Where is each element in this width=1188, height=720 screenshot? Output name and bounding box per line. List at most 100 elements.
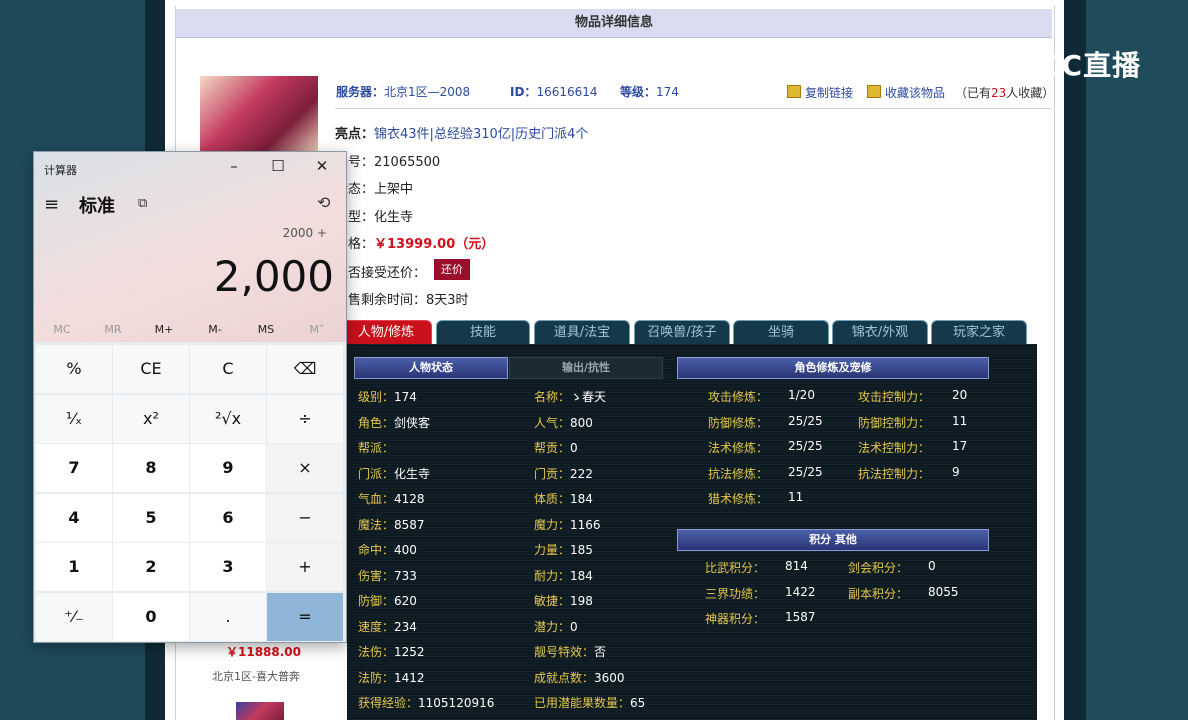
- status-stat-value: 4128: [394, 492, 425, 506]
- collect-button[interactable]: 收藏该物品: [867, 84, 945, 101]
- attribute-stat-row: 魔力：1166: [534, 516, 601, 533]
- digit-5-key[interactable]: 5: [113, 493, 189, 542]
- display-value: 2,000: [213, 252, 334, 301]
- digit-1-key[interactable]: 1: [36, 543, 112, 591]
- tab-mounts[interactable]: 坐骑: [733, 320, 829, 345]
- sqrt-key[interactable]: ²√x: [190, 394, 266, 443]
- tab-home[interactable]: 玩家之家: [931, 320, 1027, 345]
- collect-count-suffix: 人收藏）: [1006, 86, 1055, 100]
- bargain-button[interactable]: 还价: [434, 259, 470, 280]
- points-stat-row: 神器积分： 1587: [705, 610, 816, 627]
- copy-link-label: 复制链接: [805, 86, 854, 100]
- serial-value: 21065500: [374, 155, 441, 170]
- remain-row: 出售剩余时间：8天3时: [335, 289, 469, 308]
- status-stat-row: 角色：剑侠客: [358, 414, 430, 431]
- digit-0-key[interactable]: 0: [113, 592, 189, 641]
- close-button[interactable]: ✕: [307, 157, 337, 175]
- tab-skills[interactable]: 技能: [436, 320, 530, 345]
- cultivation-stat-value: 25/25: [788, 439, 823, 453]
- digit-4-key[interactable]: 4: [36, 493, 112, 542]
- memory-button[interactable]: M+: [138, 323, 190, 336]
- status-stat-label: 法伤：: [358, 645, 395, 659]
- attribute-stat-row: 敏捷：198: [534, 592, 593, 609]
- add-key[interactable]: +: [267, 543, 343, 591]
- status-stat-row: 速度：234: [358, 618, 417, 635]
- status-stat-value: 1105120916: [418, 696, 495, 710]
- control-stat-value: 17: [952, 439, 968, 453]
- attribute-stat-row: 靓号特效：否: [534, 643, 606, 660]
- digit-3-key[interactable]: 3: [190, 543, 266, 591]
- expression: 2000 +: [282, 226, 327, 240]
- decimal-key[interactable]: .: [190, 592, 266, 641]
- copy-link-button[interactable]: 复制链接: [787, 84, 853, 101]
- cultivation-stat-row: 猎术修炼： 11: [708, 490, 803, 507]
- mode-title: 标准: [79, 196, 115, 217]
- points-stat-label: 比武积分：: [705, 561, 766, 575]
- negate-key[interactable]: ⁺⁄₋: [36, 592, 112, 641]
- percent-key[interactable]: %: [36, 345, 112, 393]
- equals-key[interactable]: =: [267, 592, 343, 641]
- attribute-stat-row: 人气：800: [534, 414, 593, 431]
- digit-8-key[interactable]: 8: [113, 444, 189, 492]
- status-stat-value: 8587: [394, 517, 425, 532]
- subtract-key[interactable]: −: [267, 493, 343, 542]
- cultivation-stat-value: 25/25: [788, 464, 823, 479]
- digit-7-key[interactable]: 7: [36, 444, 112, 492]
- attribute-stat-row: 名称：ゝ春天: [534, 388, 606, 405]
- section-status[interactable]: 人物状态: [354, 357, 508, 379]
- status-value: 上架中: [374, 182, 414, 197]
- attribute-stat-row: 已用潜能果数量：65: [534, 694, 645, 711]
- square-key[interactable]: x²: [113, 394, 189, 443]
- attribute-stat-row: 潜力：0: [534, 618, 578, 635]
- multiply-key[interactable]: ×: [267, 444, 343, 492]
- menu-icon[interactable]: ≡: [44, 194, 59, 215]
- attribute-stat-row: 帮贡：0: [534, 439, 578, 456]
- calculator-header: [34, 152, 346, 342]
- cultivation-stat-value: 1/20: [788, 388, 815, 402]
- memory-button[interactable]: MC: [36, 323, 88, 336]
- reciprocal-key[interactable]: ¹⁄ₓ: [36, 394, 112, 443]
- clear-key[interactable]: C: [190, 345, 266, 393]
- digit-9-key[interactable]: 9: [190, 444, 266, 492]
- clear-entry-key[interactable]: CE: [113, 345, 189, 393]
- price-value: ￥13999.00（元）: [374, 237, 495, 252]
- attribute-stat-label: 名称：: [534, 390, 571, 404]
- attribute-stat-label: 力量：: [534, 543, 571, 557]
- id-value: 16616614: [536, 85, 598, 99]
- memory-button[interactable]: M˅: [291, 323, 343, 336]
- status-stat-value: 1252: [394, 645, 425, 659]
- memory-button[interactable]: MS: [240, 323, 292, 336]
- tab-character[interactable]: 人物/修炼: [340, 320, 432, 345]
- points-stat-value: 0: [928, 559, 936, 573]
- tab-outfits[interactable]: 锦衣/外观: [832, 320, 928, 345]
- status-stat-row: 伤害：733: [358, 567, 417, 584]
- section-resist[interactable]: 输出/抗性: [509, 357, 663, 379]
- status-stat-value: 1412: [394, 670, 425, 685]
- side-thumbnail[interactable]: [236, 702, 284, 720]
- divide-key[interactable]: ÷: [267, 394, 343, 443]
- digit-6-key[interactable]: 6: [190, 493, 266, 542]
- maximize-button[interactable]: ☐: [263, 157, 293, 175]
- minimize-button[interactable]: –: [219, 157, 249, 175]
- status-stat-row: 法防：1412: [358, 669, 425, 686]
- section-points: 积分 其他: [677, 529, 989, 551]
- history-icon[interactable]: ⟲: [317, 193, 330, 212]
- attribute-stat-row: 成就点数：3600: [534, 669, 625, 686]
- digit-2-key[interactable]: 2: [113, 543, 189, 591]
- keep-on-top-icon[interactable]: ⧉: [138, 196, 147, 211]
- status-stat-label: 获得经验：: [358, 696, 419, 710]
- attribute-stat-row: 耐力：184: [534, 567, 593, 584]
- status-stat-row: 气血：4128: [358, 490, 425, 507]
- status-stat-value: 620: [394, 594, 417, 608]
- tab-pets[interactable]: 召唤兽/孩子: [634, 320, 730, 345]
- status-stat-value: 733: [394, 568, 417, 583]
- highlight-value: 锦衣43件|总经验310亿|历史门派4个: [374, 127, 589, 142]
- memory-button[interactable]: MR: [87, 323, 139, 336]
- tab-items[interactable]: 道具/法宝: [534, 320, 630, 345]
- divider: [335, 108, 1050, 109]
- remain-label: 出售剩余时间：: [335, 293, 427, 308]
- backspace-key[interactable]: ⌫: [267, 345, 343, 393]
- attribute-stat-label: 耐力：: [534, 568, 571, 583]
- memory-button[interactable]: M-: [189, 323, 241, 336]
- status-stat-label: 级别：: [358, 390, 395, 404]
